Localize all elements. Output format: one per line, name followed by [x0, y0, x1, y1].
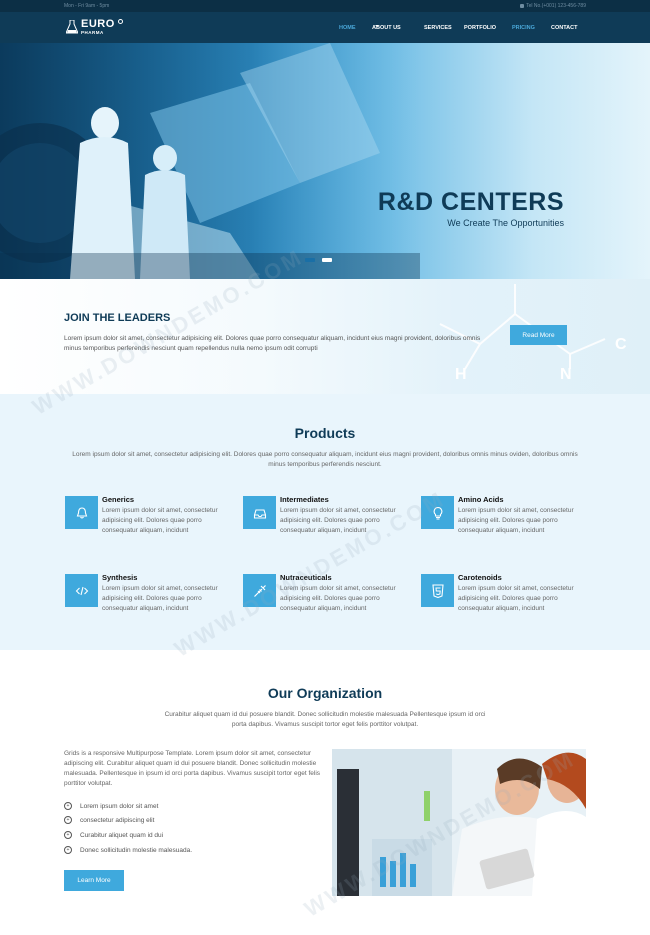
syringe-icon — [243, 574, 276, 607]
plus-circle-icon: + — [64, 802, 72, 810]
brand-sub: PHARMA — [81, 30, 104, 35]
list-item-text: Donec sollicitudin molestie malesuada. — [80, 847, 193, 854]
product-desc: Lorem ipsum dolor sit amet, consectetur … — [458, 585, 574, 612]
laboratory-photo — [332, 749, 586, 896]
product-name: Intermediates — [280, 495, 329, 504]
slider-dot-1[interactable] — [305, 258, 315, 262]
html5-icon — [421, 574, 454, 607]
join-text: Lorem ipsum dolor sit amet, consectetur … — [64, 335, 481, 352]
product-item[interactable]: Synthesis Lorem ipsum dolor sit amet, co… — [65, 573, 235, 633]
list-item-text: Curabitur aliquet quam id dui — [80, 832, 164, 839]
products-section: Products Lorem ipsum dolor sit amet, con… — [0, 394, 650, 650]
hero-title: R&D CENTERS — [377, 188, 564, 216]
phone-icon — [520, 3, 525, 8]
nav-services[interactable]: SERVICES — [424, 25, 452, 31]
product-name: Carotenoids — [458, 573, 502, 582]
product-item[interactable]: Amino Acids Lorem ipsum dolor sit amet, … — [421, 495, 591, 555]
join-section: N H C JOIN THE LEADERS Lorem ipsum dolor… — [0, 279, 650, 394]
phone-number: Tel No.(+001) 123-456-789 — [520, 3, 586, 9]
svg-text:C: C — [615, 336, 627, 353]
organization-intro: Curabitur aliquet quam id dui posuere bl… — [164, 711, 486, 728]
brand-name: EURO — [81, 18, 115, 30]
lightbulb-icon — [421, 496, 454, 529]
inbox-icon — [243, 496, 276, 529]
product-item[interactable]: Nutraceuticals Lorem ipsum dolor sit ame… — [243, 573, 413, 633]
svg-text:N: N — [560, 366, 572, 383]
read-more-button[interactable]: Read More — [510, 325, 567, 345]
business-hours: Mon - Fri 9am - 5pm — [64, 3, 110, 9]
slider-dot-2[interactable] — [322, 258, 332, 262]
organization-title: Our Organization — [267, 685, 383, 701]
list-item-text: consectetur adipiscing elit — [80, 817, 155, 824]
flask-icon — [66, 20, 78, 34]
product-desc: Lorem ipsum dolor sit amet, consectetur … — [458, 507, 574, 534]
nav-contact[interactable]: CONTACT — [551, 25, 577, 31]
product-desc: Lorem ipsum dolor sit amet, consectetur … — [102, 507, 218, 534]
main-navigation: EURO PHARMA HOME ABOUT US SERVICES PORTF… — [0, 12, 650, 43]
nav-home[interactable]: HOME — [339, 25, 356, 31]
product-name: Amino Acids — [458, 495, 504, 504]
hero-slider: R&D CENTERS We Create The Opportunities — [0, 43, 650, 279]
code-icon — [65, 574, 98, 607]
bell-icon — [65, 496, 98, 529]
chevron-down-icon — [375, 25, 379, 27]
product-name: Nutraceuticals — [280, 573, 332, 582]
plus-circle-icon: + — [64, 831, 72, 839]
product-item[interactable]: Carotenoids Lorem ipsum dolor sit amet, … — [421, 573, 591, 633]
phone-text: Tel No.(+001) 123-456-789 — [526, 3, 586, 9]
svg-text:H: H — [455, 366, 467, 383]
products-title: Products — [294, 425, 356, 441]
product-item[interactable]: Generics Lorem ipsum dolor sit amet, con… — [65, 495, 235, 555]
product-name: Synthesis — [102, 573, 138, 582]
hero-subtitle: We Create The Opportunities — [447, 218, 564, 228]
join-title: JOIN THE LEADERS — [64, 312, 171, 324]
product-desc: Lorem ipsum dolor sit amet, consectetur … — [280, 585, 396, 612]
registered-icon — [118, 19, 123, 24]
product-desc: Lorem ipsum dolor sit amet, consectetur … — [102, 585, 218, 612]
product-desc: Lorem ipsum dolor sit amet, consectetur … — [280, 507, 396, 534]
product-name: Generics — [102, 495, 135, 504]
products-intro: Lorem ipsum dolor sit amet, consectetur … — [72, 451, 578, 468]
list-item-text: Lorem ipsum dolor sit amet — [80, 803, 159, 810]
plus-circle-icon: + — [64, 846, 72, 854]
product-item[interactable]: Intermediates Lorem ipsum dolor sit amet… — [243, 495, 413, 555]
learn-more-button[interactable]: Learn More — [64, 870, 124, 891]
top-bar: Mon - Fri 9am - 5pm Tel No.(+001) 123-45… — [0, 0, 650, 12]
hero-lab-image — [0, 43, 420, 279]
nav-portfolio[interactable]: PORTFOLIO — [464, 25, 496, 31]
organization-text: Grids is a responsive Multipurpose Templ… — [64, 750, 321, 787]
nav-pricing[interactable]: PRICING — [512, 25, 535, 31]
plus-circle-icon: + — [64, 816, 72, 824]
